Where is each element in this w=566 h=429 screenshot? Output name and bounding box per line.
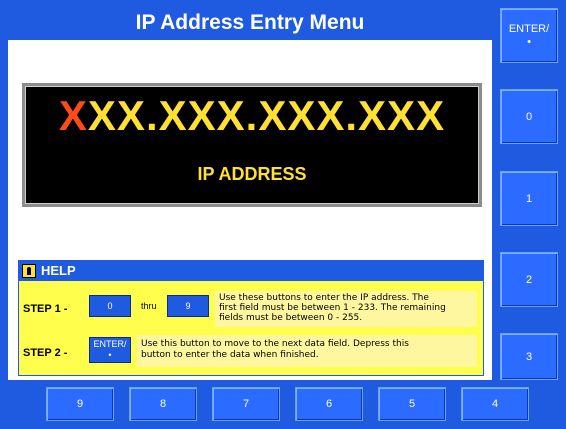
digit-button-5[interactable]: 5 xyxy=(378,387,446,421)
help-enter-bottom: • xyxy=(108,350,112,360)
help-panel: HELP STEP 1 - 0 thru 9 Use these buttons… xyxy=(18,260,484,376)
main-panel: IP Address Entry Menu XXX.XXX.XXX.XXX IP… xyxy=(8,8,492,380)
help-enter-top: ENTER/ xyxy=(93,339,127,349)
keyhole-icon xyxy=(22,264,36,278)
step1-label: STEP 1 - xyxy=(23,303,68,315)
digit-button-1[interactable]: 1 xyxy=(500,171,558,226)
enter-button[interactable]: ENTER/ • xyxy=(500,8,558,63)
step1-text-line2: first field must be between 1 - 233. The… xyxy=(219,303,446,313)
digit-button-0[interactable]: 0 xyxy=(500,89,558,144)
page-title: IP Address Entry Menu xyxy=(8,8,492,40)
enter-button-dot: • xyxy=(527,35,531,48)
digit-button-4[interactable]: 4 xyxy=(461,387,529,421)
step1-text-line1: Use these buttons to enter the IP addres… xyxy=(219,293,429,303)
help-title: HELP xyxy=(41,263,76,278)
step1-text-line3: fields must be between 0 - 255. xyxy=(219,313,363,323)
help-header: HELP xyxy=(19,261,483,281)
digit-button-9[interactable]: 9 xyxy=(46,387,114,421)
digit-2-label: 2 xyxy=(525,273,533,286)
digit-button-2[interactable]: 2 xyxy=(500,252,558,307)
digit-6-label: 6 xyxy=(325,398,333,410)
ip-address-label: IP ADDRESS xyxy=(197,164,307,184)
step2-text-line2: button to enter the data when finished. xyxy=(141,350,319,360)
thru-text: thru xyxy=(141,301,157,311)
digit-1-label: 1 xyxy=(525,192,533,205)
digit-button-7[interactable]: 7 xyxy=(212,387,280,421)
digit-9-label: 9 xyxy=(76,398,84,410)
digit-0-label: 0 xyxy=(525,110,533,123)
help-digit-button-9: 9 xyxy=(167,295,209,317)
digit-3-label: 3 xyxy=(525,350,533,363)
step2-label: STEP 2 - xyxy=(23,347,68,359)
enter-button-label: ENTER/ xyxy=(508,22,550,35)
digit-button-3[interactable]: 3 xyxy=(500,333,558,380)
digit-4-label: 4 xyxy=(491,398,499,410)
step2-text-line1: Use this button to move to the next data… xyxy=(141,339,409,349)
digit-button-8[interactable]: 8 xyxy=(129,387,197,421)
digit-8-label: 8 xyxy=(159,398,167,410)
ip-display: XXX.XXX.XXX.XXX IP ADDRESS xyxy=(22,83,482,207)
ip-cursor-char: X xyxy=(58,92,88,139)
help-enter-button: ENTER/ • xyxy=(89,337,131,363)
digit-button-6[interactable]: 6 xyxy=(295,387,363,421)
ip-remaining-chars: XX.XXX.XXX.XXX xyxy=(87,92,446,139)
digit-7-label: 7 xyxy=(242,398,250,410)
help-digit-button-0: 0 xyxy=(89,295,131,317)
ip-address-value: XXX.XXX.XXX.XXX xyxy=(25,92,479,140)
digit-5-label: 5 xyxy=(408,398,416,410)
